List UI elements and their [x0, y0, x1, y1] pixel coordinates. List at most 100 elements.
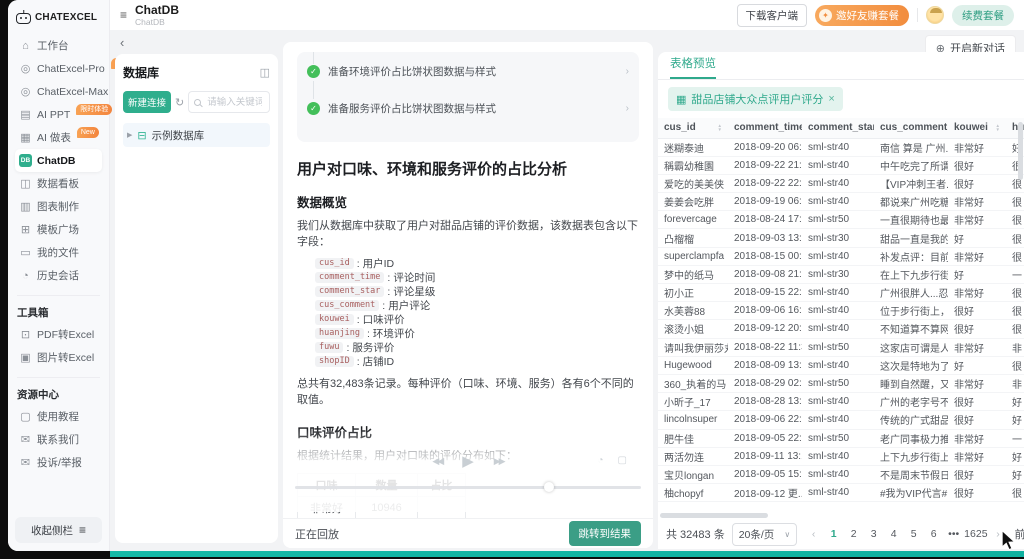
step-item[interactable]: ✓ 准备环境评价占比饼状图数据与样式 ›	[307, 64, 629, 99]
sort-icon[interactable]: ▲▼	[996, 124, 1000, 131]
table-cell: 很	[1006, 228, 1024, 248]
sidebar-item-tutorial[interactable]: ▢ 使用教程	[15, 405, 102, 428]
page-button-2[interactable]: 2	[844, 524, 863, 544]
sort-icon[interactable]: ▲▼	[718, 124, 722, 131]
sidebar-item-chart-maker[interactable]: ▥ 图表制作	[15, 195, 102, 218]
table-row[interactable]: 初小正2018-09-15 22:26sml-str40广州很胖人...忍...…	[658, 283, 1024, 303]
table-row[interactable]: 水芙蓉882018-09-06 16:06sml-str40位于步行街上，...…	[658, 301, 1024, 321]
table-row[interactable]: 小昕子_172018-08-28 13:02sml-str40广州的老字号不..…	[658, 392, 1024, 412]
sidebar-item-image-to-excel[interactable]: ▣ 图片转Excel	[15, 346, 102, 369]
table-cell: sml-str40	[802, 410, 874, 430]
vertical-scrollbar[interactable]	[1018, 122, 1023, 180]
panel-toggle-icon[interactable]: ◫	[260, 66, 270, 79]
column-header-inner: kouwei ▲ ▼	[954, 122, 1000, 133]
sidebar-item-chatexcel-max[interactable]: ◎ ChatExcel-Max	[15, 80, 109, 103]
table-row[interactable]: 360_执着的马2018-08-29 02:02sml-str50睡到自然醒，又…	[658, 374, 1024, 394]
column-header-kouwei[interactable]: kouwei ▲ ▼	[948, 118, 1006, 139]
invite-friends-button[interactable]: ✦ 邀好友赚套餐	[815, 4, 909, 26]
search-input[interactable]	[205, 95, 264, 109]
tab-table-preview[interactable]: 表格预览	[670, 55, 716, 79]
download-client-button[interactable]: 下载客户端	[736, 3, 807, 27]
table-row[interactable]: 稱霸幼稚園2018-09-22 21:49sml-str40中午吃完了所谓...…	[658, 156, 1024, 175]
table-cell: 2018-09-22 22:16	[728, 174, 802, 194]
table-row[interactable]: 两活勿连2018-09-11 13:18sml-str40上下九步行街上...非…	[658, 447, 1024, 466]
fast-forward-icon[interactable]: ▶▶	[494, 456, 506, 467]
speed-icon[interactable]: ◔	[598, 455, 604, 466]
rewind-icon[interactable]: ◀◀	[432, 456, 444, 467]
column-header-cus_comment[interactable]: cus_comment▲▼	[874, 118, 948, 139]
renew-plan-button[interactable]: 续费套餐	[952, 4, 1014, 26]
database-search[interactable]	[188, 91, 270, 113]
replay-progress-bar[interactable]	[295, 482, 641, 492]
report-icon: ✉	[20, 457, 31, 469]
table-row[interactable]: 滚烫小姐2018-09-12 20:44sml-str40不知道算不算网...很…	[658, 319, 1024, 339]
page-button-3[interactable]: 3	[864, 524, 883, 544]
fullscreen-icon[interactable]: ▢	[618, 455, 627, 466]
sidebar-item-templates[interactable]: ⊞ 模板广场	[15, 218, 102, 241]
jump-to-result-button[interactable]: 跳转到结果	[568, 521, 641, 546]
column-header-cus_id[interactable]: cus_id ▲ ▼	[658, 118, 728, 139]
column-header-comment_star[interactable]: comment_star▲▼	[802, 118, 874, 139]
table-cell: 很	[1006, 247, 1024, 266]
table-row[interactable]: 梦中的纸马2018-09-08 21:13sml-str30在上下九步行街...…	[658, 265, 1024, 285]
table-row[interactable]: forevercage2018-08-24 17:58sml-str50一直很期…	[658, 210, 1024, 230]
table-row[interactable]: superclampfa2018-08-15 00:39sml-str40补发点…	[658, 247, 1024, 266]
table-row[interactable]: 姜姜会吃胖2018-09-19 06:36sml-str40都说来广州吃糖...…	[658, 192, 1024, 212]
page-button-6[interactable]: 6	[924, 524, 943, 544]
field-item: shopID : 店铺ID	[315, 355, 639, 369]
refresh-icon[interactable]: ↻	[175, 96, 184, 109]
pdf-icon: ⊡	[20, 329, 31, 341]
play-icon[interactable]: ▶	[462, 452, 474, 470]
tree-item-sample-database[interactable]: ▶ ⊟ 示例数据库	[123, 123, 270, 147]
table-row[interactable]: 请叫我伊丽莎丸...2018-08-22 11:30sml-str50这家店可谓…	[658, 338, 1024, 357]
chatdb-icon: DB	[19, 154, 32, 167]
table-row[interactable]: 凸榴榴2018-09-03 13:12sml-str30甜品一直是我的...好很	[658, 228, 1024, 248]
sidebar-item-ai-table[interactable]: ▦ AI 做表 New	[15, 126, 102, 149]
table-row[interactable]: 肥牛佳2018-09-05 22:50sml-str50老广同事极力推...非常…	[658, 429, 1024, 448]
sidebar-item-contact[interactable]: ✉ 联系我们	[15, 428, 102, 451]
new-connection-button[interactable]: 新建连接	[123, 91, 172, 113]
table-cell: sml-str40	[802, 192, 874, 212]
page-button-1[interactable]: 1	[824, 524, 843, 544]
sidebar-item-dashboard[interactable]: ◫ 数据看板	[15, 172, 102, 195]
sidebar-item-chatexcel-pro[interactable]: ◎ChatExcel-Pro推荐	[15, 57, 133, 80]
sidebar-item-ai-ppt[interactable]: ▤ AI PPT 限时体验	[15, 103, 113, 126]
table-cell: sml-str40	[802, 319, 874, 339]
sort-icon[interactable]: ▲▼	[947, 124, 948, 131]
sidebar-item-workbench[interactable]: ⌂ 工作台	[15, 34, 102, 57]
table-cell: sml-str40	[802, 174, 874, 194]
page-button-1625[interactable]: 1625	[964, 524, 987, 544]
tree-caret-icon[interactable]: ▶	[127, 131, 132, 139]
page-button-4[interactable]: 4	[884, 524, 903, 544]
step-item[interactable]: ✓ 准备服务评价占比饼状图数据与样式 ›	[307, 101, 629, 116]
collapse-sidebar-button[interactable]: 收起侧栏 ≡	[15, 517, 102, 543]
table-row[interactable]: 柚chopyf 2018-09-12 更... sml-str40 #我为VIP代言#…	[658, 483, 1024, 503]
table-row[interactable]: Hugewood2018-08-09 13:03sml-str40这次是特地为了…	[658, 356, 1024, 375]
replay-progress-thumb[interactable]	[544, 482, 555, 492]
column-header-comment_time[interactable]: comment_time▲▼	[728, 118, 802, 139]
sidebar-item-pdf-to-excel[interactable]: ⊡ PDF转Excel	[15, 323, 102, 346]
page-button-5[interactable]: 5	[904, 524, 923, 544]
field-desc: 店铺ID	[362, 356, 395, 369]
page-size-select[interactable]: 20条/页 ∨	[731, 522, 798, 546]
sidebar-item-history[interactable]: ◔ 历史会话	[15, 264, 102, 287]
sidebar-item-label: 数据看板	[37, 178, 79, 190]
table-row[interactable]: lincolnsuper2018-09-06 22:14sml-str40传统的…	[658, 410, 1024, 430]
back-chevron-icon[interactable]: ‹	[120, 35, 124, 50]
table-row[interactable]: 迷糊泰迪2018-09-20 06:48sml-str40南信 算是 广州...…	[658, 138, 1024, 157]
close-icon[interactable]: ×	[828, 93, 834, 105]
sidebar-item-my-files[interactable]: ▭ 我的文件	[15, 241, 102, 264]
sidebar-item-chatdb[interactable]: DB ChatDB	[15, 149, 102, 172]
table-cell: 广州的老字号不...	[874, 392, 948, 412]
prev-page-button[interactable]: ‹	[804, 524, 823, 544]
table-row[interactable]: 宝贝longan2018-09-05 15:34sml-str40不是周末节假日…	[658, 465, 1024, 485]
hamburger-icon[interactable]: ≡	[120, 8, 127, 22]
avatar[interactable]	[926, 6, 944, 24]
replay-footer: 正在回放 跳转到结果	[283, 518, 653, 548]
table-cell: 一直很期待也最...	[874, 210, 948, 230]
chat-card: ✓ 准备环境评价占比饼状图数据与样式 › ✓ 准备服务评价占比饼状图数据与样式 › 用户对…	[283, 42, 653, 548]
dataset-tag[interactable]: ▦ 甜品店铺大众点评用户评分 ×	[668, 87, 843, 111]
table-row[interactable]: 爱吃的美美侠2018-09-22 22:16sml-str40【VIP冲刺王者.…	[658, 174, 1024, 194]
horizontal-scrollbar[interactable]	[660, 513, 768, 518]
sidebar-item-complaint[interactable]: ✉ 投诉/举报	[15, 451, 102, 474]
